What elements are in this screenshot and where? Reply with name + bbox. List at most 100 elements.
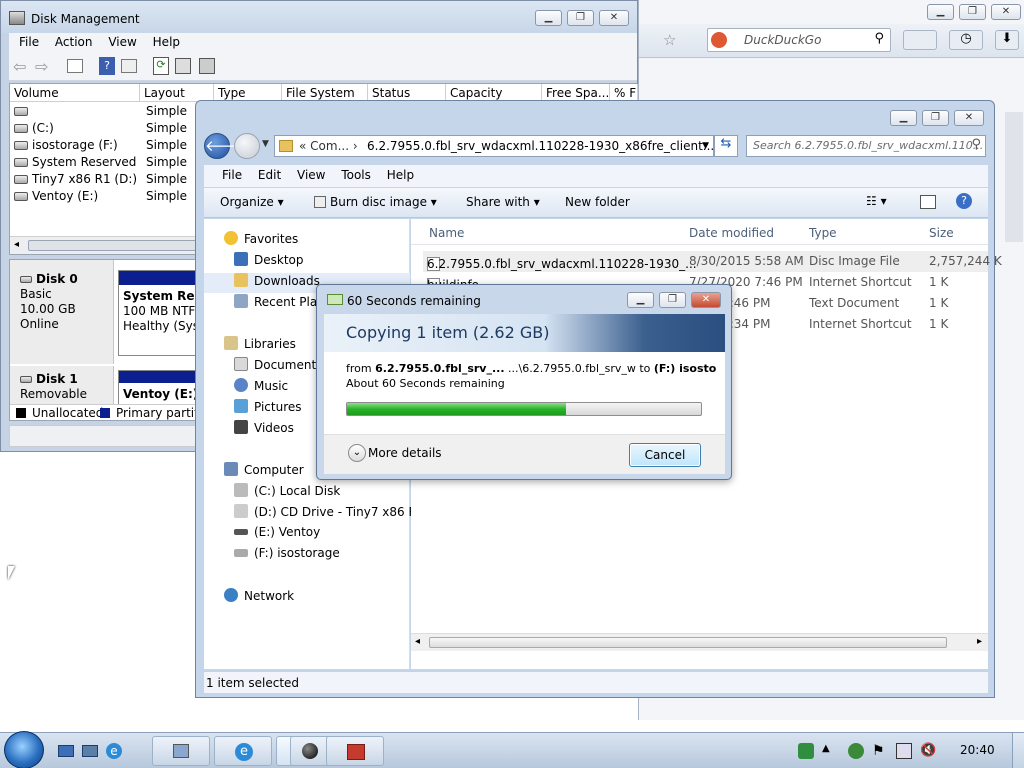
bookmarks-menu-icon[interactable] [903, 30, 937, 50]
scroll-thumb[interactable] [28, 240, 198, 251]
nav-network[interactable]: Network [224, 588, 294, 608]
col-date-modified[interactable]: Date modified [689, 226, 774, 240]
nav-desktop[interactable]: Desktop [234, 252, 304, 272]
search-icon[interactable]: ⚲ [874, 31, 884, 46]
taskbar-internet-explorer[interactable]: e [214, 736, 272, 766]
organize-button[interactable]: Organize ▾ [220, 195, 284, 209]
browser-close-button[interactable]: ✕ [991, 4, 1021, 20]
help-icon[interactable]: ? [956, 193, 972, 209]
col-size[interactable]: Size [929, 226, 954, 240]
security-tray-icon[interactable] [848, 743, 864, 759]
preview-pane-icon[interactable] [920, 195, 936, 209]
volume-muted-icon[interactable]: 🔇 [920, 743, 936, 759]
network-tray-icon[interactable] [798, 743, 814, 759]
file-list-hscrollbar[interactable]: ◂ ▸ [411, 633, 988, 651]
explorer-menu-edit[interactable]: Edit [258, 168, 281, 182]
col-volume[interactable]: Volume [10, 84, 140, 102]
copy-dialog-minimize-button[interactable]: ▁ [627, 292, 654, 308]
disk-mgmt-menu-action[interactable]: Action [55, 35, 93, 49]
show-desktop-quicklaunch-icon[interactable] [58, 745, 74, 757]
disk-mgmt-minimize-button[interactable]: ▁ [535, 10, 562, 26]
disk0-partition[interactable]: System Reser 100 MB NTFS Healthy (Syste [118, 270, 204, 356]
back-arrow-icon[interactable]: ⇦ [13, 57, 26, 76]
disk-mgmt-menu-help[interactable]: Help [153, 35, 180, 49]
disk-mgmt-close-button[interactable]: ✕ [599, 10, 629, 26]
explorer-menu-tools[interactable]: Tools [341, 168, 371, 182]
taskbar-disk-management[interactable] [152, 736, 210, 766]
browser-maximize-button[interactable]: ❐ [959, 4, 986, 20]
taskbar-app-red[interactable] [326, 736, 384, 766]
file-row[interactable]: 6.2.7955.0.fbl_srv_wdacxml.110228-1930_.… [423, 251, 1002, 272]
start-button[interactable] [4, 731, 44, 768]
share-with-button[interactable]: Share with ▾ [466, 195, 540, 209]
refresh-icon[interactable]: ⟳ [153, 57, 169, 75]
nav-recent[interactable]: Recent Plac [234, 294, 324, 314]
volume-row[interactable]: (C:) Simple [14, 121, 214, 138]
clock[interactable]: 20:40 [960, 743, 995, 757]
search-icon[interactable]: ⚲ [971, 137, 981, 152]
help-icon[interactable]: ? [99, 57, 115, 75]
browser-scrollbar[interactable] [1005, 112, 1023, 242]
disk-mgmt-menu-view[interactable]: View [108, 35, 136, 49]
explorer-minimize-button[interactable]: ▁ [890, 110, 917, 126]
download-icon[interactable]: ⬇ [995, 30, 1019, 50]
col-name[interactable]: Name [429, 226, 464, 240]
disk1-label[interactable]: Disk 1 Removable [10, 366, 114, 406]
col-type[interactable]: Type [809, 226, 837, 240]
explorer-menu-help[interactable]: Help [387, 168, 414, 182]
new-folder-button[interactable]: New folder [565, 195, 630, 209]
disk0-label[interactable]: Disk 0 Basic 10.00 GB Online [10, 260, 114, 364]
back-button[interactable]: 🡐 [204, 133, 245, 159]
scroll-right-icon[interactable]: ▸ [977, 636, 982, 647]
ie-quicklaunch-icon[interactable]: e [106, 743, 122, 759]
nav-videos[interactable]: Videos [234, 420, 294, 440]
volume-row[interactable]: isostorage (F:) Simple [14, 138, 214, 155]
volume-row[interactable]: Tiny7 x86 R1 (D:) Simple [14, 172, 214, 189]
more-details-expander[interactable]: ⌄ [348, 444, 366, 462]
scroll-left-icon[interactable]: ◂ [415, 636, 420, 647]
refresh-button[interactable]: ⇆ [714, 135, 738, 157]
view-options-icon[interactable]: ☷ ▾ [866, 194, 887, 208]
rescan-icon[interactable] [175, 58, 191, 74]
disk-mgmt-menu-file[interactable]: File [19, 35, 39, 49]
copy-dialog-close-button[interactable]: ✕ [691, 292, 721, 308]
scroll-left-icon[interactable]: ◂ [14, 239, 19, 250]
to-value[interactable]: (F:) isostorage [654, 362, 716, 375]
show-desktop-button[interactable] [1012, 733, 1024, 768]
explorer-maximize-button[interactable]: ❐ [922, 110, 949, 126]
burn-disc-button[interactable]: Burn disc image ▾ [314, 195, 437, 209]
scroll-thumb[interactable] [429, 637, 947, 648]
forward-arrow-icon[interactable]: ⇨ [35, 57, 48, 76]
explorer-menu-view[interactable]: View [297, 168, 325, 182]
browser-minimize-button[interactable]: ▁ [927, 4, 954, 20]
volume-row[interactable]: System Reserved Simple [14, 155, 214, 172]
settings-icon[interactable] [199, 58, 215, 74]
nav-favorites[interactable]: Favorites [224, 231, 298, 251]
nav-computer[interactable]: Computer [224, 462, 304, 482]
disk1-partition[interactable]: Ventoy (E:) [118, 370, 204, 406]
show-hidden-icons[interactable]: ▲ [822, 743, 832, 759]
recent-pages-icon[interactable]: ▼ [262, 139, 269, 149]
from-value[interactable]: 6.2.7955.0.fbl_srv_... [375, 362, 504, 375]
volume-row[interactable]: Simple [14, 104, 214, 121]
address-bar[interactable]: « Com... › 6.2.7955.0.fbl_srv_wdacxml.11… [274, 135, 714, 157]
copy-dialog-maximize-button[interactable]: ❐ [659, 292, 686, 308]
nav-f-drive[interactable]: (F:) isostorage [234, 546, 340, 566]
browser-search-box[interactable]: DuckDuckGo ⚲ [707, 28, 891, 52]
bookmark-star-icon[interactable]: ☆ [663, 31, 676, 49]
network-monitor-icon[interactable] [896, 743, 912, 759]
nav-d-drive[interactable]: (D:) CD Drive - Tiny7 x86 R1 [234, 504, 424, 524]
history-icon[interactable]: ◷ [949, 30, 983, 50]
disk-mgmt-maximize-button[interactable]: ❐ [567, 10, 594, 26]
nav-pictures[interactable]: Pictures [234, 399, 302, 419]
nav-c-drive[interactable]: (C:) Local Disk [234, 483, 340, 503]
nav-libraries[interactable]: Libraries [224, 336, 296, 356]
nav-e-drive[interactable]: (E:) Ventoy [234, 525, 320, 545]
address-dropdown-icon[interactable]: ▼ [702, 141, 709, 151]
nav-music[interactable]: Music [234, 378, 288, 398]
forward-button[interactable] [234, 133, 260, 159]
explorer-search-box[interactable]: Search 6.2.7955.0.fbl_srv_wdacxml.110...… [746, 135, 986, 157]
console-tree-icon[interactable] [67, 59, 83, 73]
volume-row[interactable]: Ventoy (E:) Simple [14, 189, 214, 206]
more-details-label[interactable]: More details [368, 446, 442, 460]
